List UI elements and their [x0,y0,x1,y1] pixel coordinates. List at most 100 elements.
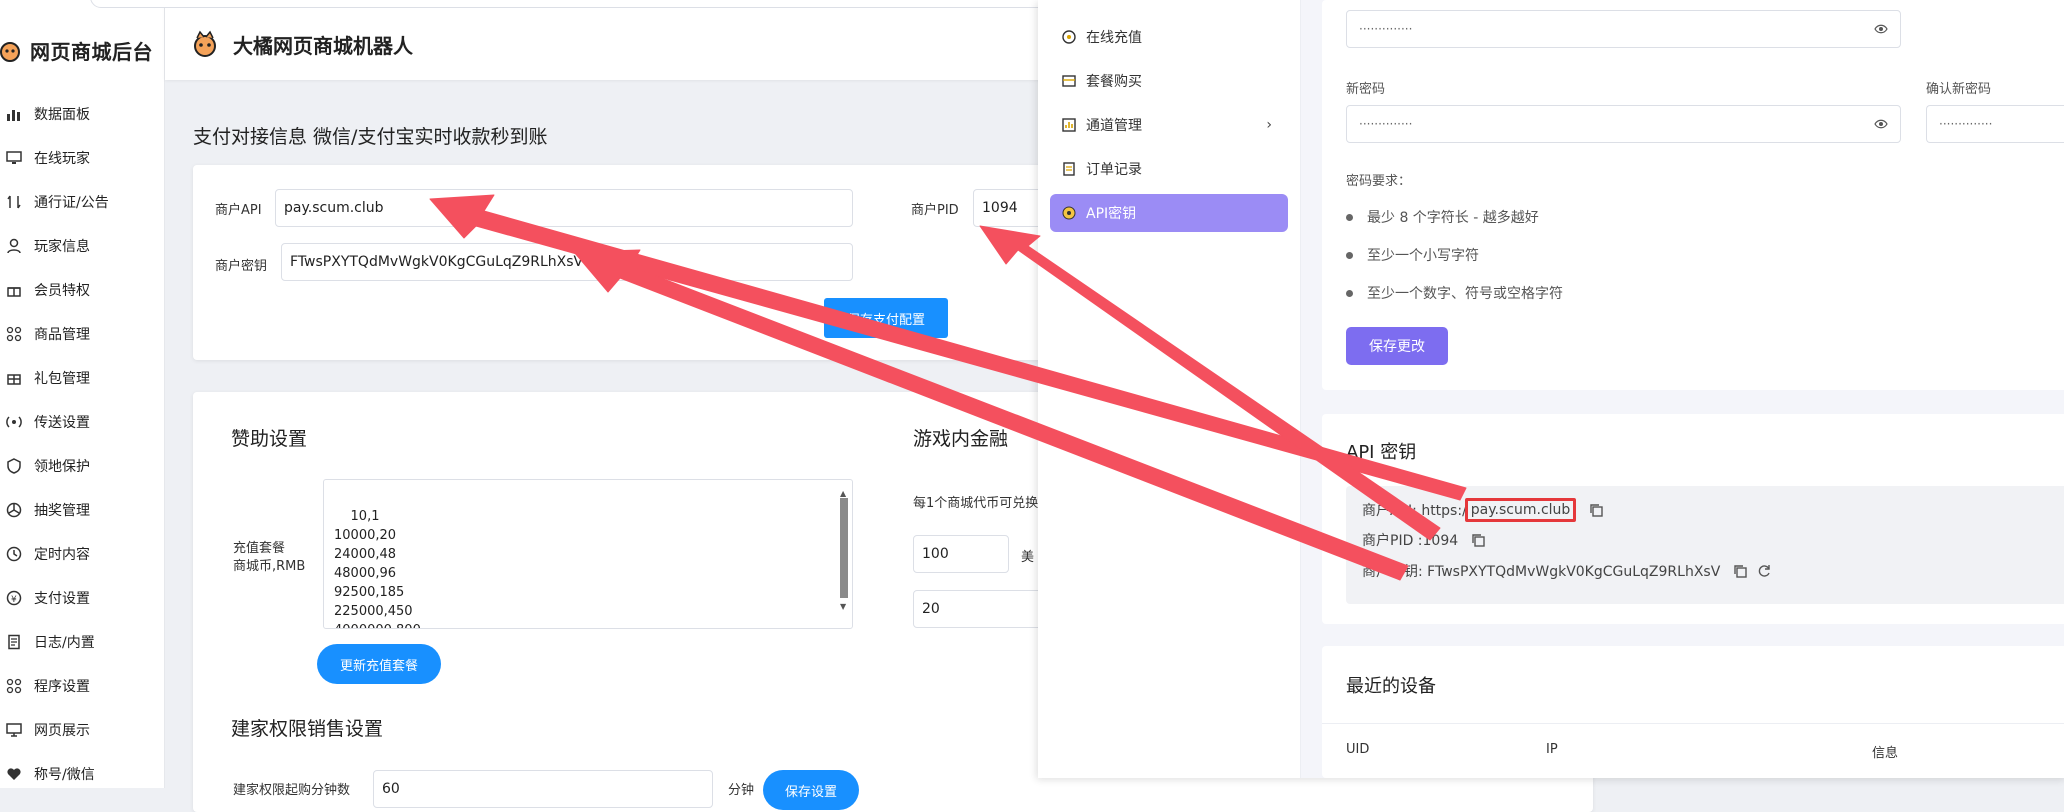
confirm-password-input[interactable]: ·············· [1926,105,2064,143]
sidebar-item-label: 领地保护 [34,459,90,475]
sidebar-item-label: 商品管理 [34,327,90,343]
builder-title: 建家权限销售设置 [231,718,384,740]
brand: 网页商城后台 [0,28,153,72]
package-icon [1062,74,1076,88]
packages-textarea[interactable]: 10,1 10000,20 24000,48 48000,96 92500,18… [323,479,853,629]
sidebar-item-label: 支付设置 [34,591,90,607]
sidebar-nav: 数据面板 在线玩家 通行证/公告 玩家信息 会员特权 商品管理 礼包管理 传送设… [0,92,164,796]
bullet-icon [1346,289,1353,297]
overlay-nav: 在线充值 套餐购买 通道管理 › 订单记录 API密钥 [1038,0,1301,778]
sidebar-item-dashboard[interactable]: 数据面板 [0,92,164,136]
merchant-key-input[interactable]: FTwsPXYTQdMvWgkV0KgCGuLqZ9RLhXsV [281,243,853,281]
merchant-api-label: 商户API [215,203,262,218]
bullet-icon [1346,251,1353,259]
overlay-nav-label: API密钥 [1086,206,1137,222]
sidebar-item-online-players[interactable]: 在线玩家 [0,136,164,180]
sidebar-item-program-settings[interactable]: 程序设置 [0,664,164,708]
requirement-text: 最少 8 个字符长 - 越多越好 [1367,210,1539,226]
heart-icon [4,764,24,784]
sidebar-item-scheduled[interactable]: 定时内容 [0,532,164,576]
sidebar-item-territory[interactable]: 领地保护 [0,444,164,488]
receipt-icon [1062,162,1076,176]
display-icon [4,720,24,740]
sidebar-item-vip[interactable]: 会员特权 [0,268,164,312]
gift-box-icon [4,280,24,300]
sidebar-item-label: 定时内容 [34,547,90,563]
sidebar-item-logs[interactable]: 日志/内置 [0,620,164,664]
new-password-input[interactable]: ·············· [1346,105,1901,143]
chevron-right-icon: › [1266,117,1272,133]
sidebar-item-lottery[interactable]: 抽奖管理 [0,488,164,532]
api-key-title: API 密钥 [1346,442,1417,463]
refresh-icon[interactable] [1756,563,1772,579]
merchant-key-label: 商户密钥 [215,259,268,274]
eye-icon[interactable] [1874,117,1888,131]
current-password-input[interactable]: ·············· [1346,10,1901,48]
overlay-nav-label: 订单记录 [1086,162,1142,178]
sidebar-item-gift-packs[interactable]: 礼包管理 [0,356,164,400]
scroll-down-icon[interactable]: ▼ [840,597,846,616]
requirement-item: 至少一个数字、符号或空格字符 [1346,283,1563,303]
sidebar-item-label: 礼包管理 [34,371,90,387]
api-url-prefix: 商户API: https:/ [1362,503,1467,519]
sidebar-item-label: 数据面板 [34,107,90,123]
clock-icon [4,544,24,564]
overlay-nav-recharge[interactable]: 在线充值 [1050,18,1288,56]
update-packages-button[interactable]: 更新充值套餐 [317,644,441,684]
overlay-nav-label: 在线充值 [1086,30,1142,46]
sidebar-item-label: 玩家信息 [34,239,90,255]
password-mask: ·············· [1359,117,1413,131]
new-password-label: 新密码 [1346,82,1386,97]
confirm-password-label: 确认新密码 [1926,82,1992,97]
sidebar-item-label: 会员特权 [34,283,90,299]
sidebar-item-teleport[interactable]: 传送设置 [0,400,164,444]
sidebar-item-player-info[interactable]: 玩家信息 [0,224,164,268]
scroll-thumb[interactable] [840,498,848,598]
api-pid-row: 商户PID :1094 [1362,530,1486,550]
api-key-card: API 密钥 商户API: https:/pay.scum.club 商户PID… [1322,414,2064,624]
transfer-icon [4,192,24,212]
sidebar-item-label: 日志/内置 [34,635,95,651]
password-mask: ·············· [1359,22,1413,36]
exchange-rate-input[interactable]: 100 [913,535,1009,573]
overlay-nav-api-key[interactable]: API密钥 [1050,194,1288,232]
builder-minutes-label: 建家权限起购分钟数 [233,783,351,798]
requirement-text: 至少一个小写字符 [1367,248,1479,264]
shield-icon [4,456,24,476]
copy-icon[interactable] [1470,532,1486,548]
user-icon [4,236,24,256]
builder-save-button[interactable]: 保存设置 [763,770,859,810]
eye-icon[interactable] [1874,22,1888,36]
save-payment-config-button[interactable]: 保存支付配置 [824,298,948,338]
builder-minutes-input[interactable]: 60 [373,770,713,808]
overlay-nav-packages[interactable]: 套餐购买 [1050,62,1288,100]
overlay-nav-label: 套餐购买 [1086,74,1142,90]
copy-icon[interactable] [1588,502,1604,518]
bar-chart-icon [4,104,24,124]
api-secret-text: 商户密钥: FTwsPXYTQdMvWgkV0KgCGuLqZ9RLhXsV [1362,564,1721,580]
merchant-api-input[interactable]: pay.scum.club [275,189,853,227]
brand-title: 网页商城后台 [30,39,153,64]
overlay-nav-channels[interactable]: 通道管理 › [1050,106,1288,144]
apps-icon [4,676,24,696]
top-search-pill[interactable] [90,0,1092,8]
sidebar-item-payment[interactable]: ¥ 支付设置 [0,576,164,620]
package-label: 充值套餐 [233,541,286,556]
sidebar-item-label: 抽奖管理 [34,503,90,519]
column-uid: UID [1346,742,1370,757]
sidebar-item-pass-notice[interactable]: 通行证/公告 [0,180,164,224]
column-ip: IP [1546,742,1558,757]
builder-unit: 分钟 [728,783,755,798]
sidebar-item-products[interactable]: 商品管理 [0,312,164,356]
overlay-nav-orders[interactable]: 订单记录 [1050,150,1288,188]
recent-devices-card: 最近的设备 UID IP 信息 [1322,646,2064,778]
textarea-scrollbar[interactable]: ▲ ▼ [838,484,850,624]
password-card: ·············· 新密码 ·············· 确认新密码 … [1322,0,2064,390]
sidebar-item-web-display[interactable]: 网页展示 [0,708,164,752]
requirements-title: 密码要求： [1346,174,1412,189]
api-url-row: 商户API: https:/pay.scum.club [1362,498,1604,522]
copy-icon[interactable] [1732,563,1748,579]
channel-icon [1062,118,1076,132]
sidebar-item-title-wechat[interactable]: 称号/微信 [0,752,164,796]
save-changes-button[interactable]: 保存更改 [1346,327,1448,365]
